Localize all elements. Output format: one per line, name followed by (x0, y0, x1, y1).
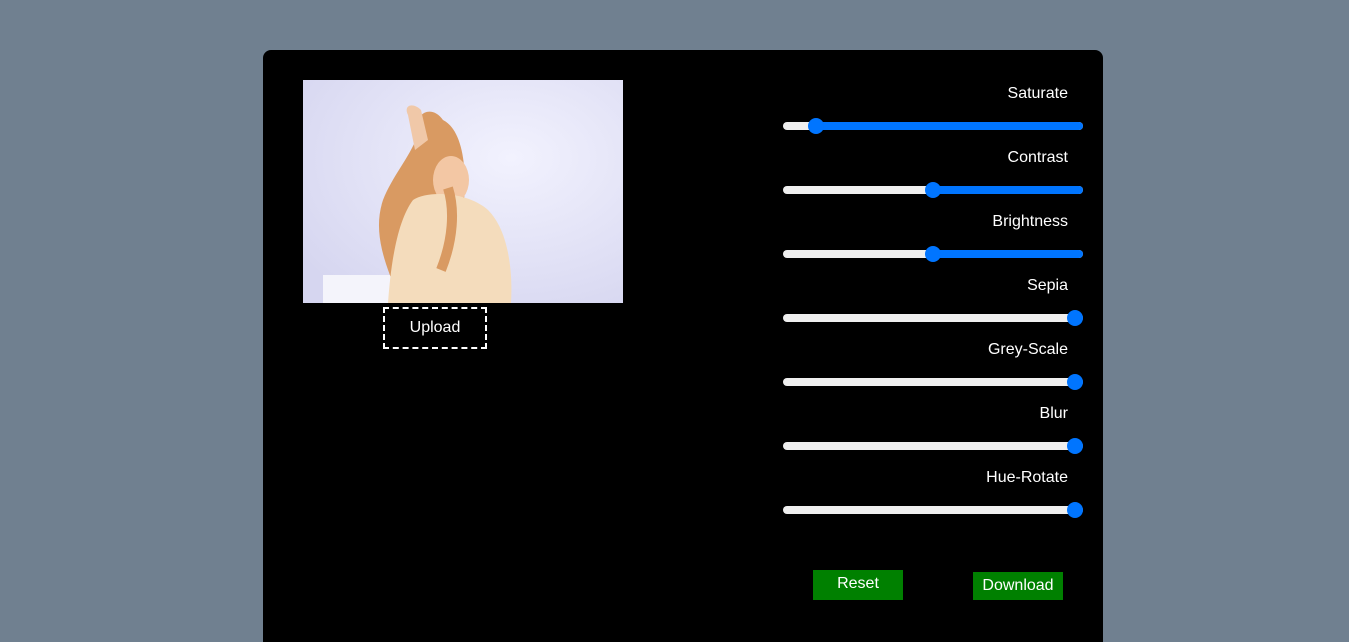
slider-group-blur: Blur (783, 370, 1083, 454)
slider-group-hue-rotate: Hue-Rotate (783, 434, 1083, 518)
slider-label-blur: Blur (1039, 405, 1068, 422)
preview-image (303, 80, 623, 303)
download-button[interactable]: Download (973, 572, 1063, 600)
slider-group-grey-scale: Grey-Scale (783, 306, 1083, 390)
upload-button[interactable]: Upload (383, 307, 487, 349)
slider-label-sepia: Sepia (1027, 277, 1068, 294)
slider-label-hue-rotate: Hue-Rotate (986, 469, 1068, 486)
slider-hue-rotate[interactable] (783, 502, 1083, 518)
slider-label-contrast: Contrast (1007, 149, 1068, 166)
slider-group-brightness: Brightness (783, 178, 1083, 262)
slider-group-contrast: Contrast (783, 114, 1083, 198)
slider-label-brightness: Brightness (992, 213, 1068, 230)
slider-label-saturate: Saturate (1007, 85, 1068, 102)
editor-panel: Upload Saturate Contrast Brightness Sepia Gr… (263, 50, 1103, 642)
slider-label-grey-scale: Grey-Scale (987, 341, 1068, 358)
slider-thumb-hue-rotate[interactable] (1067, 502, 1083, 518)
slider-group-saturate: Saturate (783, 50, 1083, 134)
reset-button[interactable]: Reset (813, 570, 903, 600)
slider-group-sepia: Sepia (783, 242, 1083, 326)
